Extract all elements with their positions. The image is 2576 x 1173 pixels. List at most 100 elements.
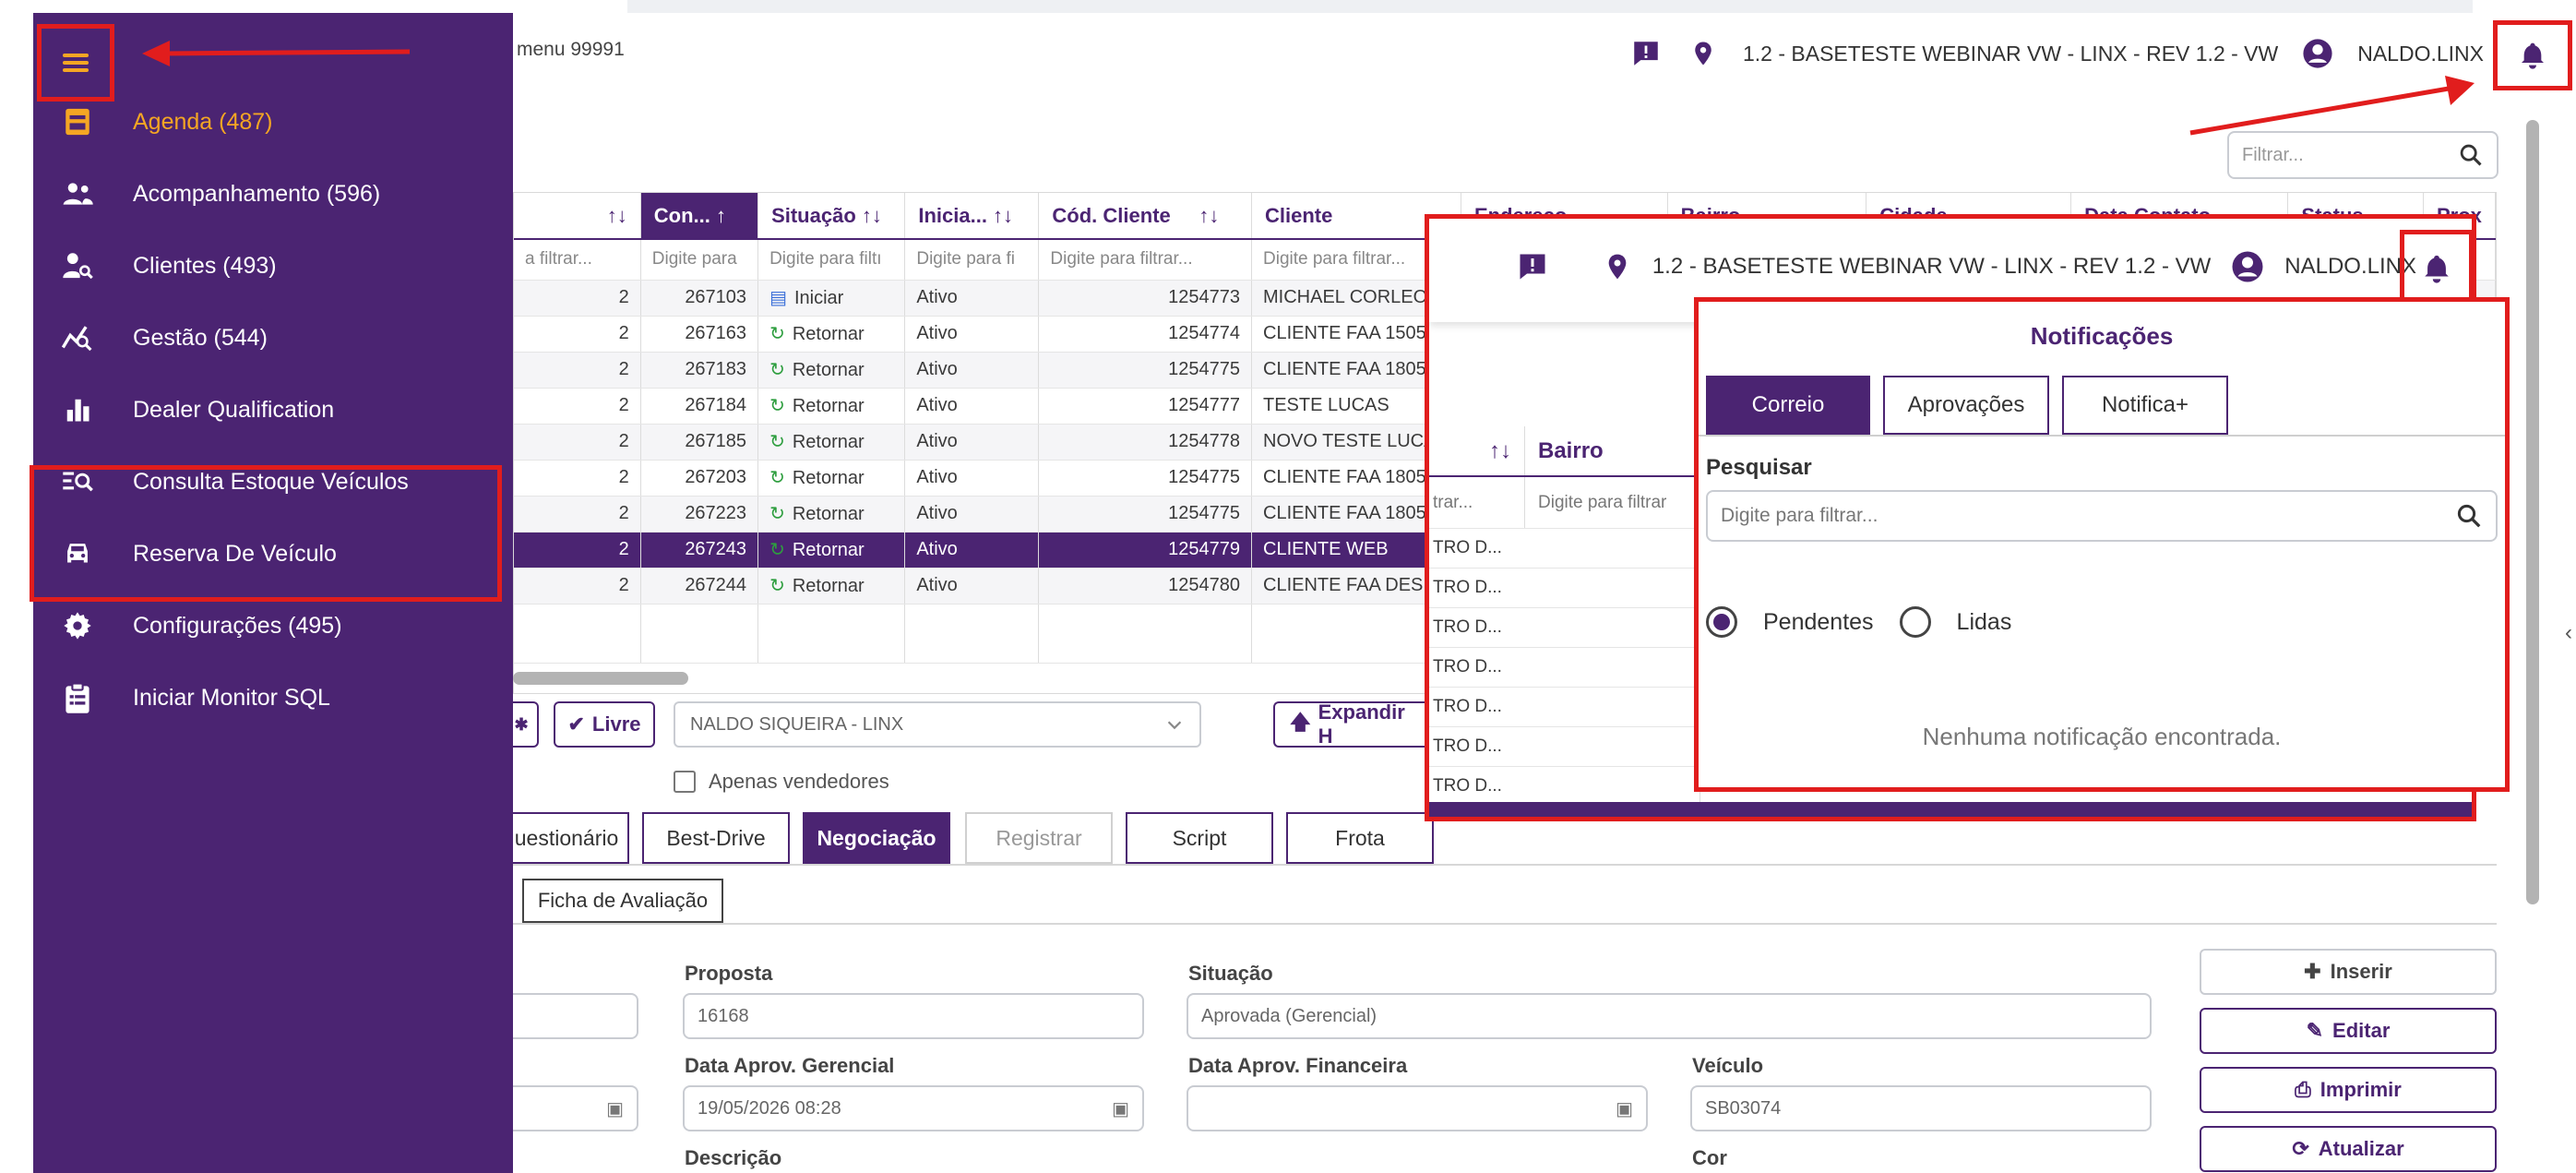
notifications-search-input[interactable]: Digite para filtrar...	[1706, 490, 2498, 542]
hamburger-menu-button[interactable]	[37, 24, 114, 102]
refresh-icon[interactable]: ↻	[769, 504, 785, 524]
id-card-icon[interactable]: ▤	[769, 288, 787, 308]
page-vertical-scrollbar[interactable]	[2526, 102, 2539, 1163]
radio-pendentes[interactable]	[1706, 606, 1737, 638]
inset-grid-row[interactable]: TRO D...	[1429, 608, 1700, 648]
sidebar-item-1[interactable]: Acompanhamento (596)	[33, 166, 513, 221]
situacao-field[interactable]: Aprovada (Gerencial)	[1187, 993, 2152, 1039]
calendar-icon[interactable]: ▣	[1112, 1097, 1129, 1120]
inset-grid-row[interactable]: TRO D...	[1429, 529, 1700, 569]
inset-grid-row[interactable]: TRO D...	[1429, 688, 1700, 727]
refresh-icon[interactable]: ↻	[769, 468, 785, 488]
inserir-button[interactable]: ✚ Inserir	[2200, 949, 2497, 995]
vendedor-select[interactable]: NALDO SIQUEIRA - LINX	[674, 701, 1201, 748]
inset-sort-icon[interactable]: ↑↓	[1429, 426, 1525, 475]
tab-aprovacoes[interactable]: Aprovações	[1883, 376, 2049, 435]
expandir-button[interactable]: 🡅 Expandir H	[1273, 700, 1425, 748]
table-cell-text: Retornar	[792, 540, 865, 560]
page-scroll-thumb[interactable]	[2526, 120, 2539, 904]
refresh-icon[interactable]: ↻	[769, 324, 785, 344]
inset-grid-row[interactable]: TRO D...	[1429, 767, 1700, 807]
table-cell: Ativo	[904, 568, 1040, 604]
data-aprov-financeira-field[interactable]: ▣	[1187, 1085, 1648, 1131]
sidebar-item-4[interactable]: Dealer Qualification	[33, 382, 513, 437]
table-cell-text: Ativo	[916, 431, 958, 451]
inset-grid-cell: TRO D...	[1433, 736, 1502, 756]
proposta-field[interactable]: 16168	[683, 993, 1144, 1039]
plus-icon: ✚	[2304, 960, 2321, 983]
refresh-icon[interactable]: ↻	[769, 396, 785, 416]
sidebar-item-0[interactable]: Agenda (487)	[33, 94, 513, 150]
bell-button[interactable]	[2493, 20, 2572, 90]
calendar-icon[interactable]: ▣	[1616, 1097, 1633, 1120]
livre-button[interactable]: ✔ Livre	[554, 701, 655, 748]
tab-script[interactable]: Script	[1126, 812, 1273, 864]
refresh-icon[interactable]: ↻	[769, 576, 785, 596]
inset-grid-row[interactable]: TRO D...	[1429, 727, 1700, 767]
table-cell-text: Retornar	[792, 576, 865, 596]
tab-best-drive[interactable]: Best-Drive	[642, 812, 790, 864]
sidebar-item-7[interactable]: Configurações (495)	[33, 598, 513, 653]
refresh-icon[interactable]: ↻	[769, 432, 785, 452]
imprimir-button[interactable]: ⎙ Imprimir	[2200, 1067, 2497, 1113]
table-cell-text: TESTE LUCAS	[1263, 395, 1389, 415]
table-cell: Ativo	[904, 388, 1040, 425]
calendar-icon[interactable]: ▣	[606, 1097, 624, 1120]
livre-label: Livre	[591, 712, 641, 736]
veiculo-field[interactable]: SB03074	[1690, 1085, 2152, 1131]
user-label[interactable]: NALDO.LINX	[2357, 42, 2484, 66]
grid-horizontal-scrollbar[interactable]	[513, 672, 688, 685]
tab-frota[interactable]: Frota	[1286, 812, 1434, 864]
chevron-left-icon[interactable]: ‹	[2565, 620, 2572, 646]
tab-registrar[interactable]: Registrar	[965, 812, 1113, 864]
inset-location-label[interactable]: 1.2 - BASETESTE WEBINAR VW - LINX - REV …	[1652, 254, 2211, 280]
inset-filter-bairro[interactable]: Digite para filtrar	[1525, 493, 1666, 513]
sidebar-item-2[interactable]: Clientes (493)	[33, 238, 513, 293]
partial-date-field[interactable]: ▣	[498, 1085, 638, 1131]
subtab-ficha-avaliacao[interactable]: Ficha de Avaliação	[522, 879, 723, 923]
sidebar-item-3[interactable]: Gestão (544)	[33, 310, 513, 365]
apenas-vendedores-checkbox[interactable]	[674, 771, 696, 793]
location-label[interactable]: 1.2 - BASETESTE WEBINAR VW - LINX - REV …	[1743, 42, 2278, 66]
grid-filter-cell[interactable]: Digite para	[640, 239, 759, 281]
partial-field[interactable]	[498, 993, 638, 1039]
grid-header-first[interactable]: ↑↓	[514, 193, 641, 240]
atualizar-button[interactable]: ⟳ Atualizar	[2200, 1126, 2497, 1172]
sidebar-item-8[interactable]: Iniciar Monitor SQL	[33, 670, 513, 725]
inset-filter-left[interactable]: trar...	[1429, 477, 1525, 528]
inset-user-label[interactable]: NALDO.LINX	[2284, 254, 2416, 280]
table-cell-text: Ativo	[916, 503, 958, 523]
inset-grid-row[interactable]: TRO D...	[1429, 569, 1700, 608]
chat-alert-icon[interactable]	[1628, 36, 1664, 71]
table-cell-text: CLIENTE WEB	[1263, 539, 1389, 559]
grid-filter-cell[interactable]: Digite para fi	[904, 239, 1040, 281]
sidebar: Agenda (487) Acompanhamento (596) Clientes…	[30, 13, 513, 1173]
apenas-vendedores-row[interactable]: Apenas vendedores	[674, 770, 889, 794]
grid-filter-cell[interactable]: Digite para filtrar...	[1038, 239, 1252, 281]
table-cell	[640, 604, 759, 664]
grid-filter-cell[interactable]: Digite para filtı	[757, 239, 906, 281]
grid-header-con[interactable]: Con... ↑	[640, 193, 759, 240]
tab-questionario[interactable]: uestionário	[506, 812, 629, 864]
grid-header-cod-cliente[interactable]: Cód. Cliente ↑↓	[1038, 193, 1252, 240]
sidebar-item-label: Gestão (544)	[133, 324, 268, 351]
refresh-icon[interactable]: ↻	[769, 360, 785, 380]
table-cell-text: 1254775	[1168, 359, 1240, 379]
grid-header-inicia[interactable]: Inicia... ↑↓	[904, 193, 1040, 240]
tab-correio[interactable]: Correio	[1706, 376, 1870, 435]
refresh-icon[interactable]: ↻	[769, 540, 785, 560]
radio-lidas[interactable]	[1899, 606, 1931, 638]
inset-bell-button[interactable]	[2400, 230, 2472, 307]
editar-button[interactable]: ✎ Editar	[2200, 1008, 2497, 1054]
tab-notifica-plus[interactable]: Notifica+	[2062, 376, 2228, 435]
table-cell: ↻ Retornar	[757, 532, 906, 569]
tab-negociacao[interactable]: Negociação	[803, 812, 950, 864]
inset-bairro-header[interactable]: Bairro	[1525, 426, 1604, 475]
data-aprov-gerencial-field[interactable]: 19/05/2026 08:28 ▣	[683, 1085, 1144, 1131]
highlight-box-vehicles	[30, 465, 502, 602]
proposta-value: 16168	[698, 1005, 749, 1026]
inset-grid-row[interactable]: TRO D...	[1429, 648, 1700, 688]
grid-header-situacao[interactable]: Situação ↑↓	[757, 193, 906, 240]
grid-filter-cell[interactable]: a filtrar...	[514, 239, 641, 281]
top-filter-input[interactable]: Filtrar...	[2227, 131, 2498, 179]
